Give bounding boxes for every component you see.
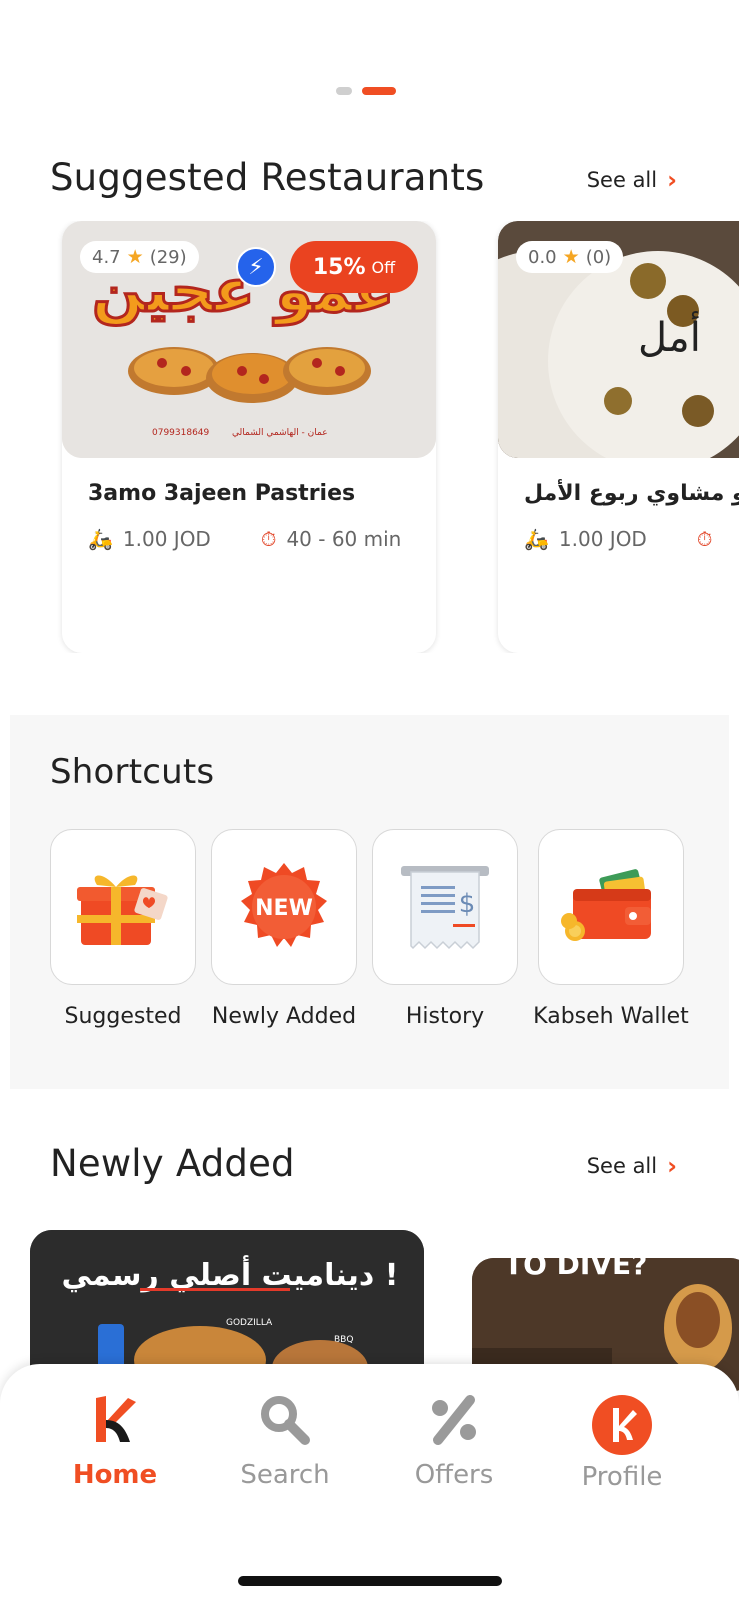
discount-off-label: Off xyxy=(371,257,396,277)
rating-badge: 4.7 ★ (29) xyxy=(80,241,199,273)
nav-search[interactable]: Search xyxy=(220,1394,350,1490)
shortcut-label: Suggested xyxy=(64,1004,182,1029)
wallet-icon xyxy=(561,869,651,941)
restaurant-image: أمل 0.0 ★ (0) xyxy=(498,221,739,458)
shortcut-wallet-button[interactable] xyxy=(538,829,684,985)
restaurant-carousel[interactable]: عمو عجين 0799318649 عمان - الهاشمي الشما… xyxy=(0,221,739,653)
page-dot[interactable] xyxy=(336,87,352,95)
restaurant-meta: 🛵 1.00 JOD ⏱ xyxy=(524,527,722,551)
suggested-see-all-button[interactable]: See all › xyxy=(587,166,677,194)
shortcut-suggested-button[interactable] xyxy=(50,829,196,985)
restaurant-card[interactable]: عمو عجين 0799318649 عمان - الهاشمي الشما… xyxy=(62,221,436,653)
review-count: (0) xyxy=(585,246,612,268)
discount-badge: 15% Off xyxy=(290,241,418,293)
search-icon xyxy=(261,1396,310,1445)
shortcut-newly-added-button[interactable]: NEW xyxy=(211,829,357,985)
restaurant-name: ملحمة و مشاوي ربوع الأمل xyxy=(524,481,739,506)
profile-k-avatar-icon xyxy=(592,1395,652,1455)
nav-profile[interactable]: Profile xyxy=(557,1394,687,1492)
home-indicator[interactable] xyxy=(238,1576,502,1586)
nav-home[interactable]: Home xyxy=(50,1394,180,1490)
shortcut-label: Kabseh Wallet xyxy=(533,1004,689,1029)
banner-headline: ديناميت أصلي رسمي ! xyxy=(62,1255,399,1293)
suggested-title: Suggested Restaurants xyxy=(50,156,485,199)
restaurant-card[interactable]: أمل 0.0 ★ (0) ملحمة و مشاوي ربوع الأمل 🛵… xyxy=(498,221,739,653)
star-icon: ★ xyxy=(126,246,144,268)
restaurant-image: عمو عجين 0799318649 عمان - الهاشمي الشما… xyxy=(62,221,436,458)
see-all-label: See all xyxy=(586,168,658,192)
new-badge-icon: NEW xyxy=(241,863,327,947)
svg-text:NEW: NEW xyxy=(255,896,313,921)
discount-percent: 15% xyxy=(312,254,366,280)
shortcut-label: Newly Added xyxy=(211,1004,357,1029)
lightning-icon: ⚡ xyxy=(236,247,276,287)
page-dot-active[interactable] xyxy=(362,87,396,95)
banner-headline: TO DIVE? xyxy=(504,1258,647,1281)
svg-text:عمان - الهاشمي الشمالي: عمان - الهاشمي الشمالي xyxy=(232,428,328,438)
nav-label: Profile xyxy=(581,1462,663,1492)
rating-badge: 0.0 ★ (0) xyxy=(516,241,624,273)
restaurant-name: 3amo 3ajeen Pastries xyxy=(88,481,356,506)
chevron-right-icon: › xyxy=(667,1152,677,1180)
restaurant-meta: 🛵 1.00 JOD ⏱ 40 - 60 min xyxy=(88,527,401,551)
scooter-icon: 🛵 xyxy=(524,527,549,551)
delivery-fee: 1.00 JOD xyxy=(558,527,647,551)
nav-label: Home xyxy=(72,1460,158,1490)
delivery-fee: 1.00 JOD xyxy=(122,527,211,551)
rating-value: 4.7 xyxy=(92,246,121,268)
svg-text:$: $ xyxy=(459,889,476,919)
svg-text:0799318649: 0799318649 xyxy=(152,428,210,438)
nav-label: Offers xyxy=(414,1460,494,1490)
gift-icon xyxy=(77,875,168,945)
bottom-nav-bar: Home Search Offers Profile xyxy=(0,1364,739,1600)
home-k-logo-icon xyxy=(96,1396,136,1442)
receipt-icon: $ xyxy=(401,866,489,950)
star-icon: ★ xyxy=(562,246,580,268)
percent-icon xyxy=(432,1395,476,1445)
review-count: (29) xyxy=(149,246,187,268)
timer-icon: ⏱ xyxy=(696,527,713,551)
newly-added-title: Newly Added xyxy=(50,1142,295,1185)
shortcuts-title: Shortcuts xyxy=(50,752,215,792)
nav-label: Search xyxy=(240,1460,330,1490)
chevron-right-icon: › xyxy=(667,166,677,194)
banner-subtext: GODZILLA xyxy=(226,1318,273,1328)
shortcut-history-button[interactable]: $ xyxy=(372,829,518,985)
delivery-time: 40 - 60 min xyxy=(286,527,402,551)
page-indicator xyxy=(336,87,396,95)
nav-offers[interactable]: Offers xyxy=(389,1394,519,1490)
rating-value: 0.0 xyxy=(528,246,557,268)
svg-text:أمل: أمل xyxy=(638,311,701,361)
shortcut-label: History xyxy=(405,1004,485,1029)
timer-icon: ⏱ xyxy=(260,527,277,551)
see-all-label: See all xyxy=(586,1154,658,1178)
newly-added-see-all-button[interactable]: See all › xyxy=(587,1152,677,1180)
scooter-icon: 🛵 xyxy=(88,527,113,551)
